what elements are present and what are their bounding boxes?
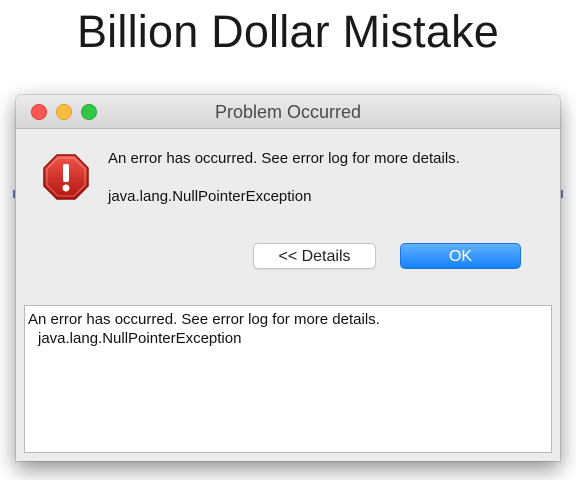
details-line-message: An error has occurred. See error log for… xyxy=(28,311,380,328)
details-text-area[interactable]: An error has occurred. See error log for… xyxy=(24,305,552,453)
details-button[interactable]: << Details xyxy=(253,243,376,269)
error-stop-icon xyxy=(43,154,89,200)
problem-dialog-window: Problem Occurred An error has occurred. … xyxy=(16,95,560,461)
exception-name: java.lang.NullPointerException xyxy=(108,188,312,205)
window-title: Problem Occurred xyxy=(214,102,362,122)
window-titlebar[interactable]: Problem Occurred xyxy=(16,95,560,129)
error-message: An error has occurred. See error log for… xyxy=(108,150,460,167)
edge-mark-left xyxy=(13,190,15,198)
slide-title: Billion Dollar Mistake xyxy=(76,6,500,57)
details-line-exception: java.lang.NullPointerException xyxy=(38,330,242,347)
ok-button[interactable]: OK xyxy=(400,243,521,269)
edge-mark-right xyxy=(561,190,563,198)
